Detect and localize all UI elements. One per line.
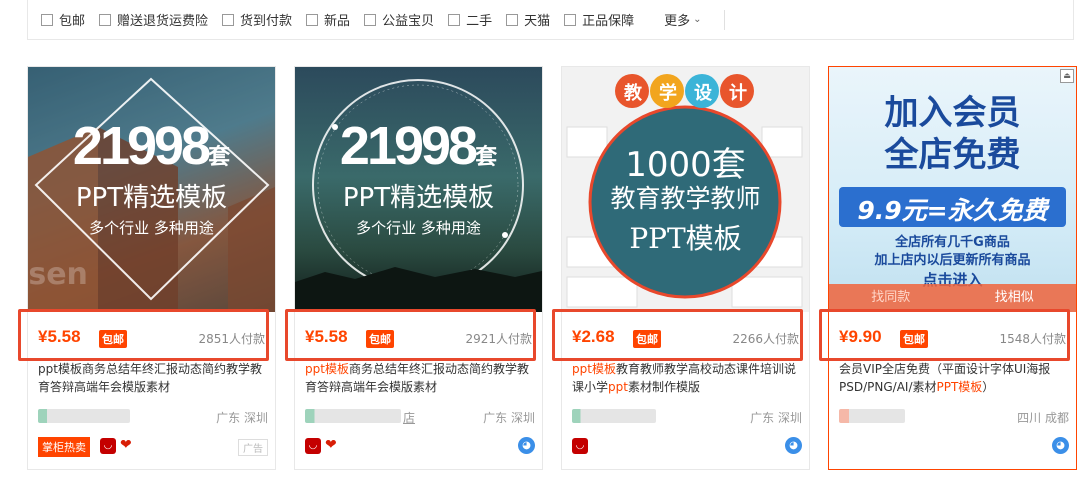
checkbox[interactable]	[222, 13, 235, 26]
product-card[interactable]: 加入会员 全店免费 9.9元=永久免费 全店所有几千G商品 加上店内以后更新所有…	[819, 66, 1077, 470]
ad-tag: 广告	[238, 439, 268, 456]
tmall-cat-icon[interactable]: ◡	[100, 438, 116, 454]
filter-charity[interactable]: 公益宝贝	[364, 10, 434, 29]
shop-name-blurred[interactable]	[38, 409, 130, 423]
filter-return-insurance[interactable]: 赠送退货运费险	[99, 10, 208, 29]
sales-count: 1548人付款	[999, 332, 1066, 346]
price: ¥2.68	[572, 327, 615, 346]
filter-new[interactable]: 新品	[306, 10, 350, 29]
price: ¥9.90	[839, 327, 882, 346]
shop-name-suffix[interactable]: 店	[403, 409, 415, 426]
hover-action-bar: 找同款 找相似	[829, 284, 1076, 312]
checkbox[interactable]	[448, 13, 461, 26]
product-card[interactable]: 21998套 PPT精选模板 多个行业 多种用途 ¥5.58 包邮 2921人付…	[285, 66, 543, 470]
hot-seller-badge[interactable]: 掌柜热卖	[38, 437, 90, 457]
product-card[interactable]: 21998套 PPT精选模板 多个行业 多种用途 esen ¥5.58 包邮 2…	[18, 66, 276, 470]
product-image[interactable]: 21998套 PPT精选模板 多个行业 多种用途 esen	[28, 67, 275, 312]
tmall-cat-icon[interactable]: ◡	[572, 438, 588, 454]
checkbox[interactable]	[506, 13, 519, 26]
location: 广东 深圳	[483, 411, 535, 425]
top-label: 教学设计	[624, 83, 747, 104]
wangwang-chat-icon[interactable]: ◕	[518, 437, 535, 454]
badge-row: ◡ ❤ ◕	[305, 437, 535, 457]
product-title[interactable]: ppt模板商务总结年终汇报动态简约教学教育答辩高端年会模版素材	[38, 360, 268, 396]
filter-baoyou[interactable]: 包邮	[41, 10, 85, 29]
wangwang-chat-icon[interactable]: ◕	[785, 437, 802, 454]
price-row: ¥2.68 包邮 2266人付款	[552, 309, 809, 361]
badge-row: ◕	[839, 437, 1069, 457]
divider	[723, 9, 725, 30]
filter-bar: 包邮 赠送退货运费险 货到付款 新品 公益宝贝 二手 天猫 正品保障 更多 ⌄	[27, 0, 1074, 40]
shop-row: 广东 深圳	[572, 407, 802, 427]
shop-row: 四川 成都	[839, 407, 1069, 427]
wangwang-chat-icon[interactable]: ◕	[1052, 437, 1069, 454]
free-shipping-badge: 包邮	[900, 330, 928, 348]
collapse-icon[interactable]: ⏏	[1060, 69, 1074, 83]
filter-cod[interactable]: 货到付款	[222, 10, 292, 29]
checkbox[interactable]	[41, 13, 53, 26]
checkbox[interactable]	[306, 13, 319, 26]
price-row: ¥5.58 包邮 2851人付款	[18, 309, 275, 361]
filter-tmall[interactable]: 天猫	[506, 10, 550, 29]
price: ¥5.58	[38, 327, 81, 346]
shop-name-blurred[interactable]	[572, 409, 656, 423]
tmall-cat-icon[interactable]: ◡	[305, 438, 321, 454]
price-row: ¥9.90 包邮 1548人付款	[819, 309, 1076, 361]
product-card[interactable]: 教学设计 1000套 教育教学教师 PPT模板 ¥2.68 包邮 2266人付款…	[552, 66, 810, 470]
sales-count: 2851人付款	[198, 332, 265, 346]
product-title[interactable]: ppt模板教育教师教学高校动态课件培训说课小学ppt素材制作模版	[572, 360, 802, 396]
sales-count: 2266人付款	[732, 332, 799, 346]
filter-genuine[interactable]: 正品保障	[564, 10, 634, 29]
location: 广东 深圳	[216, 411, 268, 425]
checkbox[interactable]	[364, 13, 377, 26]
checkbox[interactable]	[564, 13, 577, 26]
badge-row: ◡ ◕	[572, 437, 802, 457]
badge-row: 掌柜热卖 ◡ ❤ 广告	[38, 437, 268, 457]
free-shipping-badge: 包邮	[633, 330, 661, 348]
more-filters-button[interactable]: 更多 ⌄	[664, 10, 701, 29]
location: 广东 深圳	[750, 411, 802, 425]
product-title[interactable]: ppt模板商务总结年终汇报动态简约教学教育答辩高端年会模版素材	[305, 360, 535, 396]
product-image[interactable]: 加入会员 全店免费 9.9元=永久免费 全店所有几千G商品 加上店内以后更新所有…	[829, 67, 1076, 312]
heart-icon[interactable]: ❤	[120, 437, 132, 453]
sales-count: 2921人付款	[465, 332, 532, 346]
product-title[interactable]: 会员VIP全店免费（平面设计字体UI海报PSD/PNG/AI/素材PPT模板）	[839, 360, 1069, 396]
location: 四川 成都	[1017, 411, 1069, 425]
product-image[interactable]: 21998套 PPT精选模板 多个行业 多种用途	[295, 67, 542, 312]
heart-icon[interactable]: ❤	[325, 437, 337, 453]
shop-row: 店 广东 深圳	[305, 407, 535, 427]
chevron-down-icon: ⌄	[693, 14, 702, 25]
shop-row: 广东 深圳	[38, 407, 268, 427]
filter-secondhand[interactable]: 二手	[448, 10, 492, 29]
product-image[interactable]: 教学设计 1000套 教育教学教师 PPT模板	[562, 67, 809, 312]
checkbox[interactable]	[99, 13, 112, 26]
free-shipping-badge: 包邮	[366, 330, 394, 348]
find-similar-button[interactable]: 找相似	[953, 284, 1077, 312]
free-shipping-badge: 包邮	[99, 330, 127, 348]
shop-name-blurred[interactable]	[839, 409, 905, 423]
shop-name-blurred[interactable]	[305, 409, 401, 423]
price: ¥5.58	[305, 327, 348, 346]
price-row: ¥5.58 包邮 2921人付款	[285, 309, 542, 361]
find-same-button[interactable]: 找同款	[829, 284, 953, 312]
